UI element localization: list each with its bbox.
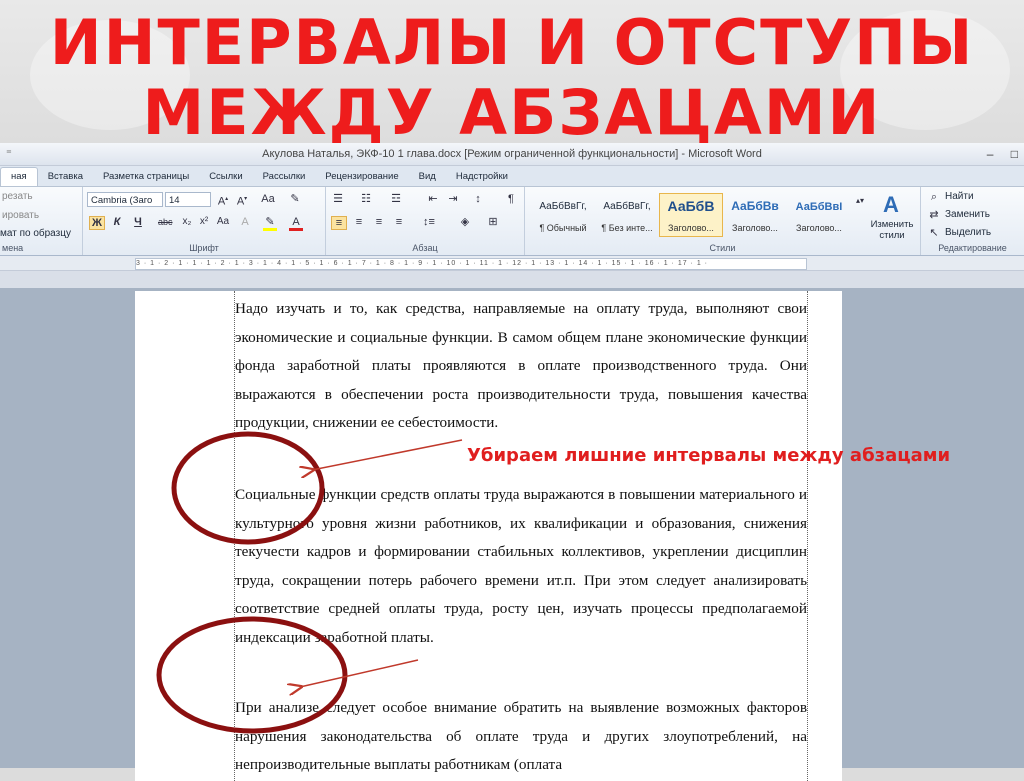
decrease-indent-icon[interactable]: ⇤ bbox=[426, 193, 440, 205]
find-button[interactable]: Найти bbox=[945, 191, 974, 202]
style-normal[interactable]: АаБбВвГг, ¶ Обычный bbox=[531, 193, 595, 237]
minimize-icon[interactable]: – bbox=[987, 147, 994, 161]
bullets-icon[interactable]: ☰ bbox=[331, 193, 345, 205]
editing-group: ⌕ Найти ⇄ Заменить ↖ Выделить Редактиров… bbox=[921, 187, 1024, 255]
ribbon: резать ировать мат по образцу мена Cambr… bbox=[0, 187, 1024, 256]
restore-icon[interactable]: □ bbox=[1011, 147, 1018, 161]
styles-scroll-icon[interactable]: ▴▾ bbox=[853, 195, 867, 207]
document-page: Надо изучать и то, как средства, направл… bbox=[135, 291, 842, 781]
justify-icon[interactable]: ≡ bbox=[392, 216, 406, 228]
style-name: ¶ Обычный bbox=[539, 223, 587, 233]
paragraph-1[interactable]: Надо изучать и то, как средства, направл… bbox=[235, 295, 807, 438]
tab-insert[interactable]: Вставка bbox=[38, 168, 93, 186]
tab-view[interactable]: Вид bbox=[409, 168, 446, 186]
tab-page-layout[interactable]: Разметка страницы bbox=[93, 168, 199, 186]
select-button[interactable]: Выделить bbox=[945, 227, 991, 238]
find-icon: ⌕ bbox=[930, 191, 938, 203]
multilevel-list-icon[interactable]: ☲ bbox=[389, 193, 403, 205]
show-marks-icon[interactable]: ¶ bbox=[504, 193, 518, 205]
style-preview: АаБбВвГг, bbox=[539, 201, 587, 212]
sort-icon[interactable]: ↕ bbox=[471, 193, 485, 205]
change-styles-button[interactable]: Изменить стили bbox=[867, 219, 917, 241]
clear-formatting-icon[interactable]: ✎ bbox=[288, 193, 302, 205]
align-right-icon[interactable]: ≡ bbox=[372, 216, 386, 228]
font-group: Cambria (Заго 14 A▴ A▾ Aa ✎ Ж К Ч abc x₂… bbox=[83, 187, 326, 255]
replace-icon: ⇄ bbox=[929, 209, 939, 221]
tab-addins[interactable]: Надстройки bbox=[446, 168, 518, 186]
change-case-icon[interactable]: Aa bbox=[261, 193, 275, 205]
change-case-small-icon[interactable]: Aa bbox=[216, 216, 230, 228]
style-name: Заголово... bbox=[732, 223, 778, 233]
document-area: Надо изучать и то, как средства, направл… bbox=[0, 288, 1024, 781]
style-preview: АаБбВв bbox=[731, 199, 779, 213]
style-preview: АаБбВвГг, bbox=[603, 201, 651, 212]
ruler: 3 · 1 · 2 · 1 · 1 · 1 · 2 · 1 · 3 · 1 · … bbox=[0, 256, 1024, 271]
style-heading2[interactable]: АаБбВв Заголово... bbox=[723, 193, 787, 237]
tab-review[interactable]: Рецензирование bbox=[315, 168, 408, 186]
align-left-icon[interactable]: ≡ bbox=[331, 216, 347, 230]
line-spacing-icon[interactable]: ↕≡ bbox=[422, 216, 436, 228]
style-no-spacing[interactable]: АаБбВвГг, ¶ Без инте... bbox=[595, 193, 659, 237]
subscript-icon[interactable]: x₂ bbox=[180, 216, 194, 228]
style-name: ¶ Без инте... bbox=[601, 223, 653, 233]
paragraph-group: ☰ ☷ ☲ ⇤ ⇥ ↕ ¶ ≡ ≡ ≡ ≡ ↕≡ ◈ ⊞ Абзац bbox=[326, 187, 525, 255]
window-controls: – □ bbox=[973, 143, 1018, 165]
style-heading3[interactable]: АаБбВвI Заголово... bbox=[787, 193, 851, 237]
text-effects-icon[interactable]: A bbox=[238, 216, 252, 228]
italic-icon[interactable]: К bbox=[110, 216, 124, 228]
styles-group: АаБбВвГг, ¶ Обычный АаБбВвГг, ¶ Без инте… bbox=[525, 187, 921, 255]
window-title: Акулова Наталья, ЭКФ-10 1 глава.docx [Ре… bbox=[262, 148, 762, 160]
tab-mailings[interactable]: Рассылки bbox=[253, 168, 316, 186]
highlight-icon[interactable]: ✎ bbox=[263, 216, 277, 231]
clipboard-group-label: мена bbox=[2, 243, 24, 253]
select-icon: ↖ bbox=[929, 227, 939, 239]
styles-group-label: Стили bbox=[709, 243, 736, 253]
superscript-icon[interactable]: x² bbox=[197, 216, 211, 228]
style-heading1[interactable]: АаБбВ Заголово... bbox=[659, 193, 723, 237]
underline-icon[interactable]: Ч bbox=[131, 216, 145, 228]
title-bar: ⁼ Акулова Наталья, ЭКФ-10 1 глава.docx [… bbox=[0, 143, 1024, 166]
ribbon-tabs: ная Вставка Разметка страницы Ссылки Рас… bbox=[0, 166, 1024, 187]
cut-button[interactable]: резать bbox=[2, 191, 33, 202]
format-painter-button[interactable]: мат по образцу bbox=[0, 228, 71, 239]
align-center-icon[interactable]: ≡ bbox=[352, 216, 366, 228]
shading-icon[interactable]: ◈ bbox=[458, 216, 472, 228]
style-name: Заголово... bbox=[796, 223, 842, 233]
borders-icon[interactable]: ⊞ bbox=[486, 216, 500, 228]
slide-title: ИНТЕРВАЛЫ И ОТСТУПЫ МЕЖДУ АБЗАЦАМИ bbox=[0, 8, 1024, 148]
slide-title-line1: ИНТЕРВАЛЫ И ОТСТУПЫ bbox=[49, 6, 975, 79]
ruler-track[interactable]: 3 · 1 · 2 · 1 · 1 · 1 · 2 · 1 · 3 · 1 · … bbox=[135, 258, 807, 270]
paragraph-3[interactable]: При анализе следует особое внимание обра… bbox=[235, 694, 807, 780]
paragraph-group-label: Абзац bbox=[412, 243, 438, 253]
replace-button[interactable]: Заменить bbox=[945, 209, 990, 220]
clipboard-group: резать ировать мат по образцу мена bbox=[0, 187, 83, 255]
tab-references[interactable]: Ссылки bbox=[199, 168, 252, 186]
change-styles-icon[interactable]: A bbox=[877, 193, 905, 217]
editing-group-label: Редактирование bbox=[938, 243, 1007, 253]
font-color-icon[interactable]: A bbox=[289, 216, 303, 231]
text-frame[interactable]: Надо изучать и то, как средства, направл… bbox=[234, 291, 808, 781]
slide-title-line2: МЕЖДУ АБЗАЦАМИ bbox=[142, 76, 882, 149]
grow-font-icon[interactable]: A▴ bbox=[216, 193, 230, 208]
font-group-label: Шрифт bbox=[189, 243, 219, 253]
annotation-text: Убираем лишние интервалы между абзацами bbox=[467, 445, 951, 466]
shrink-font-icon[interactable]: A▾ bbox=[235, 193, 249, 208]
numbering-icon[interactable]: ☷ bbox=[359, 193, 373, 205]
style-preview: АаБбВ bbox=[667, 198, 715, 214]
font-size-select[interactable]: 14 bbox=[165, 192, 211, 207]
strikethrough-icon[interactable]: abc bbox=[158, 216, 173, 228]
style-name: Заголово... bbox=[668, 223, 714, 233]
style-preview: АаБбВвI bbox=[795, 201, 843, 213]
copy-button[interactable]: ировать bbox=[2, 210, 39, 221]
font-name-select[interactable]: Cambria (Заго bbox=[87, 192, 163, 207]
quick-access-icon[interactable]: ⁼ bbox=[6, 143, 12, 165]
increase-indent-icon[interactable]: ⇥ bbox=[446, 193, 460, 205]
paragraph-2[interactable]: Социальные функции средств оплаты труда … bbox=[235, 481, 807, 653]
tab-home[interactable]: ная bbox=[0, 167, 38, 186]
bold-icon[interactable]: Ж bbox=[89, 216, 105, 230]
